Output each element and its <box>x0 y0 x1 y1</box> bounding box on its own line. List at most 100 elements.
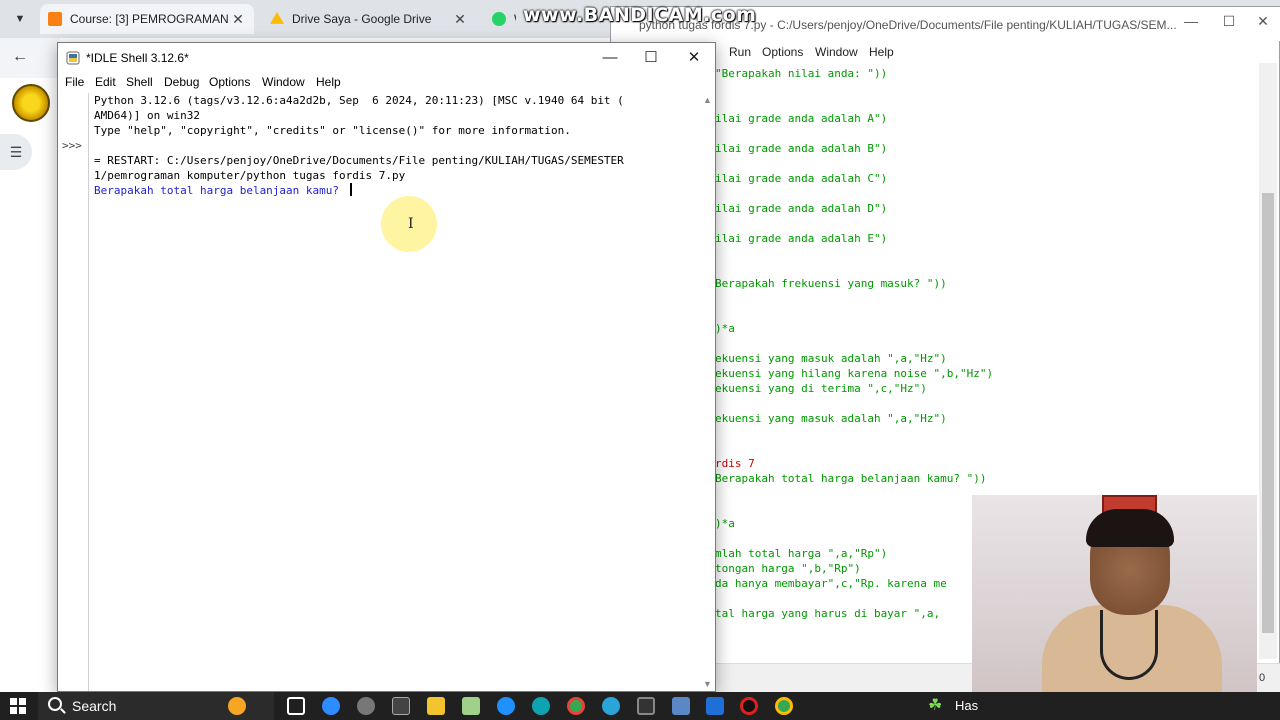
shell-title-bar: *IDLE Shell 3.12.6* — ☐ ✕ <box>58 43 715 73</box>
menu-options[interactable]: Options <box>762 45 803 59</box>
taskbar-search-box[interactable]: Search <box>38 692 274 720</box>
browser-page-sidebar <box>0 78 60 692</box>
code-line: rdis 7 <box>715 457 755 470</box>
code-line: ekuensi yang masuk adalah ",a,"Hz") <box>715 352 947 365</box>
maximize-icon[interactable]: ☐ <box>629 47 673 69</box>
column-indicator: 0 <box>1259 672 1266 684</box>
file-explorer-icon[interactable] <box>427 697 445 715</box>
moodle-favicon-icon <box>48 12 62 26</box>
task-view-icon[interactable] <box>287 697 305 715</box>
windows-taskbar: Search ☘ Has <box>0 692 1280 720</box>
python-idle-icon <box>66 51 80 65</box>
search-highlight-icon <box>228 697 246 715</box>
notepad-icon[interactable] <box>462 697 480 715</box>
code-line: )*a <box>715 322 735 335</box>
code-line: mlah total harga ",a,"Rp") <box>715 547 888 560</box>
whatsapp-favicon-icon <box>492 12 506 26</box>
shell-prompt: >>> <box>62 139 82 152</box>
scrollbar-thumb[interactable] <box>1262 193 1274 633</box>
code-line: ekuensi yang masuk adalah ",a,"Hz") <box>715 412 947 425</box>
code-line: ekuensi yang di terima ",c,"Hz") <box>715 382 927 395</box>
taskbar-weather-label: Has <box>955 698 979 713</box>
shell-line: Type "help", "copyright", "credits" or "… <box>94 124 571 137</box>
search-label: Search <box>72 698 117 714</box>
code-line: ilai grade anda adalah E") <box>715 232 888 245</box>
code-line: Berapakah total harga belanjaan kamu? ")… <box>715 472 987 485</box>
shell-menu-bar: File Edit Shell Debug Options Window Hel… <box>58 73 715 93</box>
shell-line: 1/pemrograman komputer/python tugas ford… <box>94 169 406 182</box>
search-icon <box>48 697 62 711</box>
browser-nav-row: ← <box>0 38 60 78</box>
chrome-icon[interactable] <box>567 697 585 715</box>
shell-scrollbar[interactable]: ▲ ▼ <box>700 93 715 691</box>
windows-start-icon[interactable] <box>10 698 26 714</box>
telegram-icon[interactable] <box>602 697 620 715</box>
shell-output-area[interactable]: Python 3.12.6 (tags/v3.12.6:a4a2d2b, Sep… <box>94 93 698 691</box>
tab-title: W <box>514 12 516 26</box>
text-caret <box>349 183 352 196</box>
ibeam-cursor-icon: I <box>408 216 414 232</box>
chrome-icon[interactable] <box>775 697 793 715</box>
code-line: "Berapakah nilai anda: ")) <box>715 67 888 80</box>
close-icon[interactable]: ✕ <box>672 47 716 69</box>
minimize-icon[interactable]: — <box>588 47 632 69</box>
editor-scrollbar[interactable] <box>1259 63 1277 659</box>
webcam-overlay <box>972 495 1257 705</box>
menu-help[interactable]: Help <box>316 75 341 89</box>
shell-title: *IDLE Shell 3.12.6* <box>86 51 189 65</box>
settings-gear-icon[interactable] <box>357 697 375 715</box>
edge-icon[interactable] <box>532 697 550 715</box>
idle-shell-window: *IDLE Shell 3.12.6* — ☐ ✕ File Edit Shel… <box>57 42 716 692</box>
code-line: ilai grade anda adalah D") <box>715 202 888 215</box>
code-line: da hanya membayar",c,"Rp. karena me <box>715 577 947 590</box>
screen: ▼ Course: [3] PEMROGRAMAN KC ✕ Drive Say… <box>0 0 1280 720</box>
shell-line: = RESTART: C:/Users/penjoy/OneDrive/Docu… <box>94 154 624 167</box>
lanyard <box>1100 610 1158 680</box>
menu-run[interactable]: Run <box>729 45 751 59</box>
idle-taskbar-icon[interactable] <box>672 697 690 715</box>
weather-icon[interactable]: ☘ <box>928 697 946 715</box>
browser-tab-course[interactable]: Course: [3] PEMROGRAMAN KC ✕ <box>40 4 254 34</box>
menu-debug[interactable]: Debug <box>164 75 199 89</box>
terminal-icon[interactable] <box>392 697 410 715</box>
input-prompt-text: Berapakah total harga belanjaan kamu? <box>94 184 346 197</box>
code-line: tal harga yang harus di bayar ",a, <box>715 607 941 620</box>
menu-file[interactable]: File <box>65 75 84 89</box>
menu-window[interactable]: Window <box>815 45 858 59</box>
minimize-icon[interactable]: — <box>1171 13 1211 29</box>
code-line: )*a <box>715 517 735 530</box>
back-arrow-icon[interactable]: ← <box>12 48 28 66</box>
code-line: Berapakah frekuensi yang masuk? ")) <box>715 277 947 290</box>
tab-title: Course: [3] PEMROGRAMAN KC <box>70 12 230 26</box>
code-line: tongan harga ",b,"Rp") <box>715 562 861 575</box>
shell-input-line[interactable]: Berapakah total harga belanjaan kamu? <box>94 183 352 198</box>
scroll-up-arrow-icon[interactable]: ▲ <box>703 95 712 105</box>
shell-prompt-gutter: >>> <box>58 93 89 691</box>
tab-close-icon[interactable]: ✕ <box>452 11 468 28</box>
tab-close-icon[interactable]: ✕ <box>230 11 246 28</box>
zoom-icon[interactable] <box>322 697 340 715</box>
menu-shell[interactable]: Shell <box>126 75 153 89</box>
shell-line: Python 3.12.6 (tags/v3.12.6:a4a2d2b, Sep… <box>94 94 624 107</box>
menu-window[interactable]: Window <box>262 75 305 89</box>
bandicam-watermark: www.BANDICAM.com <box>523 4 757 26</box>
tab-search-chevron-icon[interactable]: ▼ <box>8 8 32 30</box>
code-line: ilai grade anda adalah B") <box>715 142 888 155</box>
skype-icon[interactable] <box>497 697 515 715</box>
bandicam-record-icon[interactable] <box>740 697 758 715</box>
browser-tab-drive[interactable]: Drive Saya - Google Drive ✕ <box>262 4 476 34</box>
code-line: ekuensi yang hilang karena noise ",b,"Hz… <box>715 367 994 380</box>
menu-help[interactable]: Help <box>869 45 894 59</box>
close-icon[interactable]: ✕ <box>1243 13 1280 30</box>
browser-tab-whatsapp[interactable]: W <box>484 4 524 34</box>
menu-options[interactable]: Options <box>209 75 250 89</box>
camera-icon[interactable] <box>637 697 655 715</box>
tab-title: Drive Saya - Google Drive <box>292 12 432 26</box>
google-drive-favicon-icon <box>270 12 284 24</box>
app-taskbar-icon[interactable] <box>706 697 724 715</box>
scroll-down-arrow-icon[interactable]: ▼ <box>703 679 712 689</box>
code-line: ilai grade anda adalah A") <box>715 112 888 125</box>
university-logo[interactable] <box>12 84 50 122</box>
menu-edit[interactable]: Edit <box>95 75 116 89</box>
shell-line: AMD64)] on win32 <box>94 109 200 122</box>
